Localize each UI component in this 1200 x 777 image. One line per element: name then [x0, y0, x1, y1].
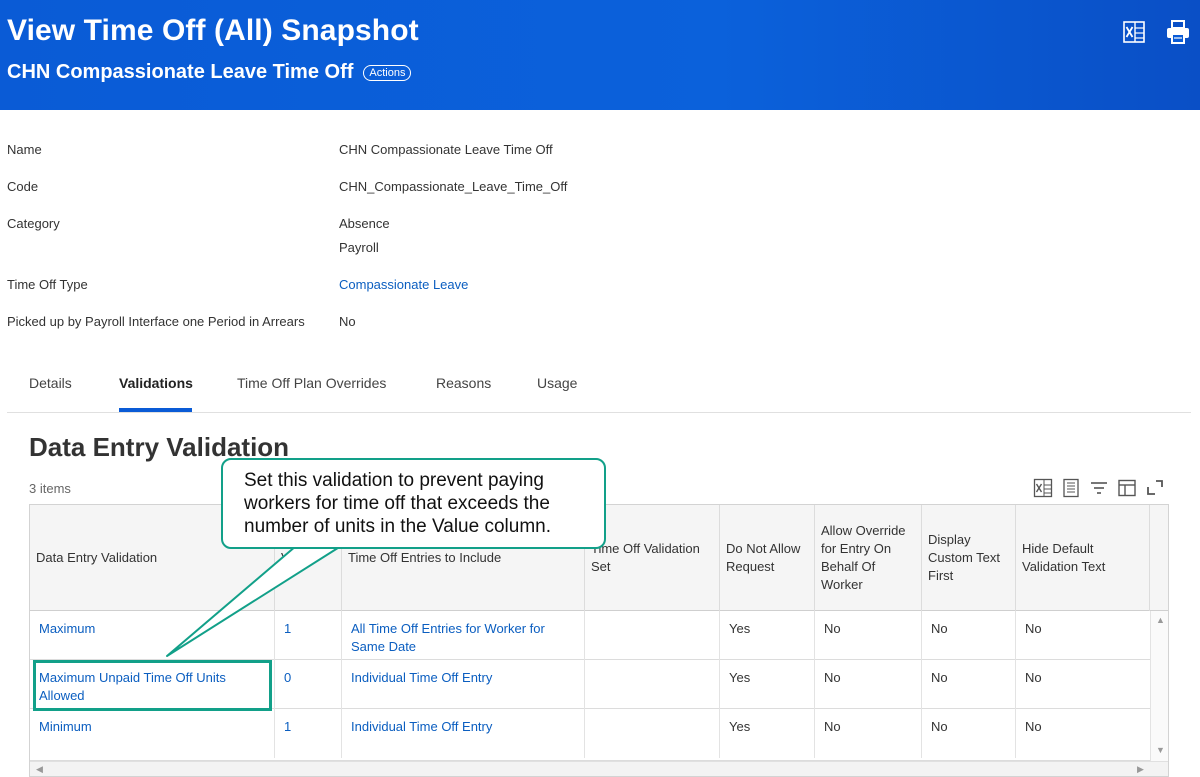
items-count: 3 items [29, 481, 71, 496]
allow-override-cell: No [815, 709, 922, 758]
time-off-type-link[interactable]: Compassionate Leave [339, 277, 468, 292]
callout-line: workers for time off that exceeds the [244, 493, 550, 514]
page-header: View Time Off (All) Snapshot CHN Compass… [0, 0, 1200, 110]
export-to-pdf-icon[interactable] [1061, 478, 1081, 498]
validation-link[interactable]: Maximum [30, 611, 275, 660]
column-header[interactable]: Display Custom Text First [922, 505, 1016, 611]
fullscreen-icon[interactable] [1145, 478, 1165, 498]
field-label-code: Code [7, 179, 39, 194]
scroll-left-arrow-icon[interactable]: ◀ [36, 764, 43, 775]
tabs-divider [7, 412, 1191, 413]
field-value-code: CHN_Compassionate_Leave_Time_Off [339, 179, 568, 194]
tab-time-off-plan-overrides[interactable]: Time Off Plan Overrides [237, 375, 386, 391]
scroll-down-arrow-icon[interactable]: ▼ [1156, 745, 1165, 755]
field-value-payroll-arrears: No [339, 314, 356, 329]
tab-details[interactable]: Details [29, 375, 72, 391]
configure-columns-icon[interactable] [1117, 478, 1137, 498]
field-label-category: Category [7, 216, 60, 231]
hide-default-text-cell: No [1025, 621, 1042, 636]
validation-set-cell [585, 709, 720, 758]
callout-line: Set this validation to prevent paying [244, 470, 544, 491]
do-not-allow-cell: Yes [720, 660, 815, 709]
allow-override-cell: No [815, 611, 922, 660]
print-icon[interactable] [1165, 19, 1191, 45]
do-not-allow-cell: Yes [720, 611, 815, 660]
allow-override-cell: No [815, 660, 922, 709]
callout-line: number of units in the Value column. [244, 516, 551, 537]
tab-validations[interactable]: Validations [119, 375, 193, 391]
vertical-scrollbar[interactable]: ▲ ▼ [1150, 611, 1168, 761]
page-subtitle: CHN Compassionate Leave Time Off Actions [7, 61, 412, 84]
table-row: Minimum 1 Individual Time Off Entry Yes … [30, 709, 1150, 761]
do-not-allow-cell: Yes [720, 709, 815, 758]
validation-set-cell [585, 660, 720, 709]
field-value-name: CHN Compassionate Leave Time Off [339, 142, 553, 157]
value-link[interactable]: 0 [275, 660, 342, 709]
display-custom-text-cell: No [922, 660, 1016, 709]
entries-to-include-link[interactable]: Individual Time Off Entry [342, 660, 585, 709]
callout-note: Set this validation to prevent paying wo… [221, 458, 606, 549]
tab-usage[interactable]: Usage [537, 375, 577, 391]
scroll-right-arrow-icon[interactable]: ▶ [1137, 764, 1144, 775]
value-link[interactable]: 1 [275, 611, 342, 660]
hide-default-text-cell: No [1025, 719, 1042, 734]
highlight-box [33, 660, 272, 711]
value-link[interactable]: 1 [275, 709, 342, 758]
validation-link[interactable]: Minimum [30, 709, 275, 758]
display-custom-text-cell: No [922, 709, 1016, 758]
field-value-category-1: Absence [339, 216, 390, 231]
actions-button[interactable]: Actions [363, 64, 412, 81]
entries-to-include-link[interactable]: All Time Off Entries for Worker for Same… [342, 611, 585, 660]
page-title: View Time Off (All) Snapshot [7, 14, 419, 47]
field-label-time-off-type: Time Off Type [7, 277, 88, 292]
validation-set-cell [585, 611, 720, 660]
column-header[interactable]: Hide Default Validation Text [1016, 505, 1150, 611]
field-label-payroll-arrears: Picked up by Payroll Interface one Perio… [7, 314, 305, 329]
export-to-excel-icon[interactable] [1033, 478, 1053, 498]
grid-toolbar [1033, 478, 1165, 498]
column-header[interactable]: Allow Override for Entry On Behalf Of Wo… [815, 505, 922, 611]
hide-default-text-cell: No [1025, 670, 1042, 685]
field-label-name: Name [7, 142, 42, 157]
filter-icon[interactable] [1089, 478, 1109, 498]
tab-reasons[interactable]: Reasons [436, 375, 491, 391]
field-value-category-2: Payroll [339, 240, 379, 255]
column-header[interactable]: Do Not Allow Request [720, 505, 815, 611]
table-row: Maximum 1 All Time Off Entries for Worke… [30, 611, 1150, 660]
horizontal-scrollbar[interactable]: ◀ ▶ [30, 761, 1168, 776]
scroll-up-arrow-icon[interactable]: ▲ [1156, 615, 1165, 625]
subtitle-text: CHN Compassionate Leave Time Off [7, 61, 354, 83]
display-custom-text-cell: No [922, 611, 1016, 660]
entries-to-include-link[interactable]: Individual Time Off Entry [342, 709, 585, 758]
export-to-excel-icon[interactable] [1121, 19, 1147, 45]
